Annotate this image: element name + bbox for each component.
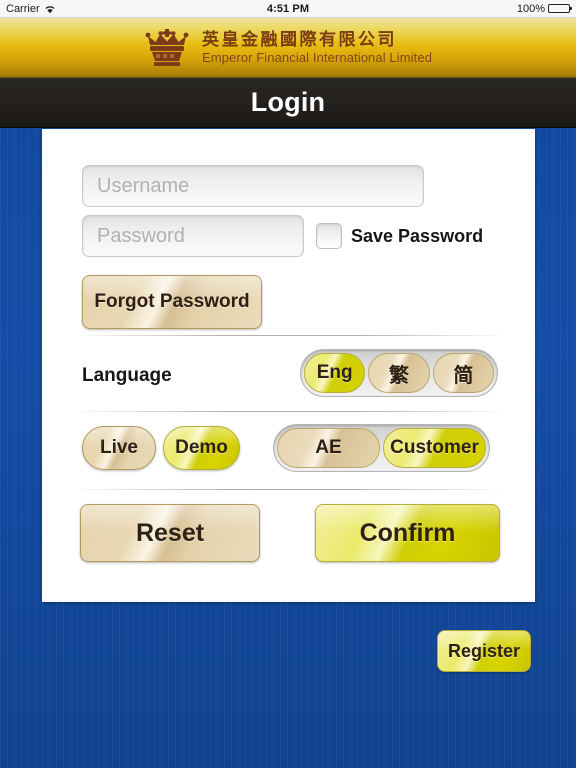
account-mode-live-button[interactable]: Live — [82, 426, 156, 470]
page-title: Login — [250, 87, 326, 117]
language-option-traditional-label: 繁 — [388, 364, 409, 387]
wifi-icon — [44, 4, 56, 14]
language-option-eng-label: Eng — [316, 362, 353, 383]
crown-icon — [144, 26, 190, 70]
password-input[interactable] — [82, 215, 304, 257]
carrier-label: Carrier — [6, 2, 40, 15]
company-name-cn: 英皇金融國際有限公司 — [201, 30, 397, 50]
username-input[interactable] — [82, 165, 424, 207]
register-label: Register — [447, 640, 521, 661]
title-bar: Login — [0, 78, 576, 128]
language-label: Language — [82, 365, 172, 386]
separator-3 — [80, 489, 500, 490]
save-password-row[interactable]: Save Password — [316, 223, 483, 249]
language-option-traditional[interactable]: 繁 — [368, 353, 430, 393]
separator-1 — [80, 335, 500, 336]
battery-icon — [548, 4, 572, 13]
account-mode-demo-label: Demo — [175, 437, 228, 458]
status-bar-clock: 4:51 PM — [266, 2, 310, 15]
forgot-password-button[interactable]: Forgot Password — [82, 275, 262, 329]
user-role-customer-button[interactable]: Customer — [383, 428, 486, 468]
language-segmented-control[interactable]: Eng 繁 简 — [300, 349, 498, 397]
status-bar: Carrier 4:51 PM 100% — [0, 0, 576, 18]
language-option-eng[interactable]: Eng — [304, 353, 366, 393]
user-role-segmented-control[interactable]: AE Customer — [273, 424, 490, 472]
login-screen: Carrier 4:51 PM 100% 英皇金融國際有限公司 Emperor … — [0, 0, 576, 768]
save-password-label: Save Password — [351, 225, 484, 246]
battery-percent-label: 100% — [516, 2, 545, 15]
confirm-button[interactable]: Confirm — [315, 504, 500, 562]
language-option-simplified[interactable]: 简 — [432, 353, 494, 393]
status-bar-right: 100% — [516, 2, 572, 15]
brand-text: 英皇金融國際有限公司 Emperor Financial Internation… — [202, 31, 432, 64]
brand-banner: 英皇金融國際有限公司 Emperor Financial Internation… — [0, 18, 576, 78]
reset-button[interactable]: Reset — [80, 504, 260, 562]
confirm-label: Confirm — [359, 518, 456, 547]
company-name-en: Emperor Financial International Limited — [201, 50, 433, 66]
forgot-password-label: Forgot Password — [94, 291, 250, 312]
account-mode-demo-button[interactable]: Demo — [163, 426, 240, 470]
account-mode-live-label: Live — [99, 437, 139, 458]
separator-2 — [80, 411, 500, 412]
status-bar-left: Carrier — [6, 3, 56, 15]
save-password-checkbox[interactable] — [316, 223, 342, 249]
language-option-simplified-label: 简 — [453, 364, 474, 387]
user-role-ae-button[interactable]: AE — [277, 428, 380, 468]
reset-label: Reset — [135, 518, 205, 547]
user-role-ae-label: AE — [315, 437, 342, 458]
login-card: Save Password Forgot Password Language E… — [42, 129, 535, 602]
user-role-customer-label: Customer — [390, 437, 479, 458]
register-button[interactable]: Register — [437, 630, 531, 672]
